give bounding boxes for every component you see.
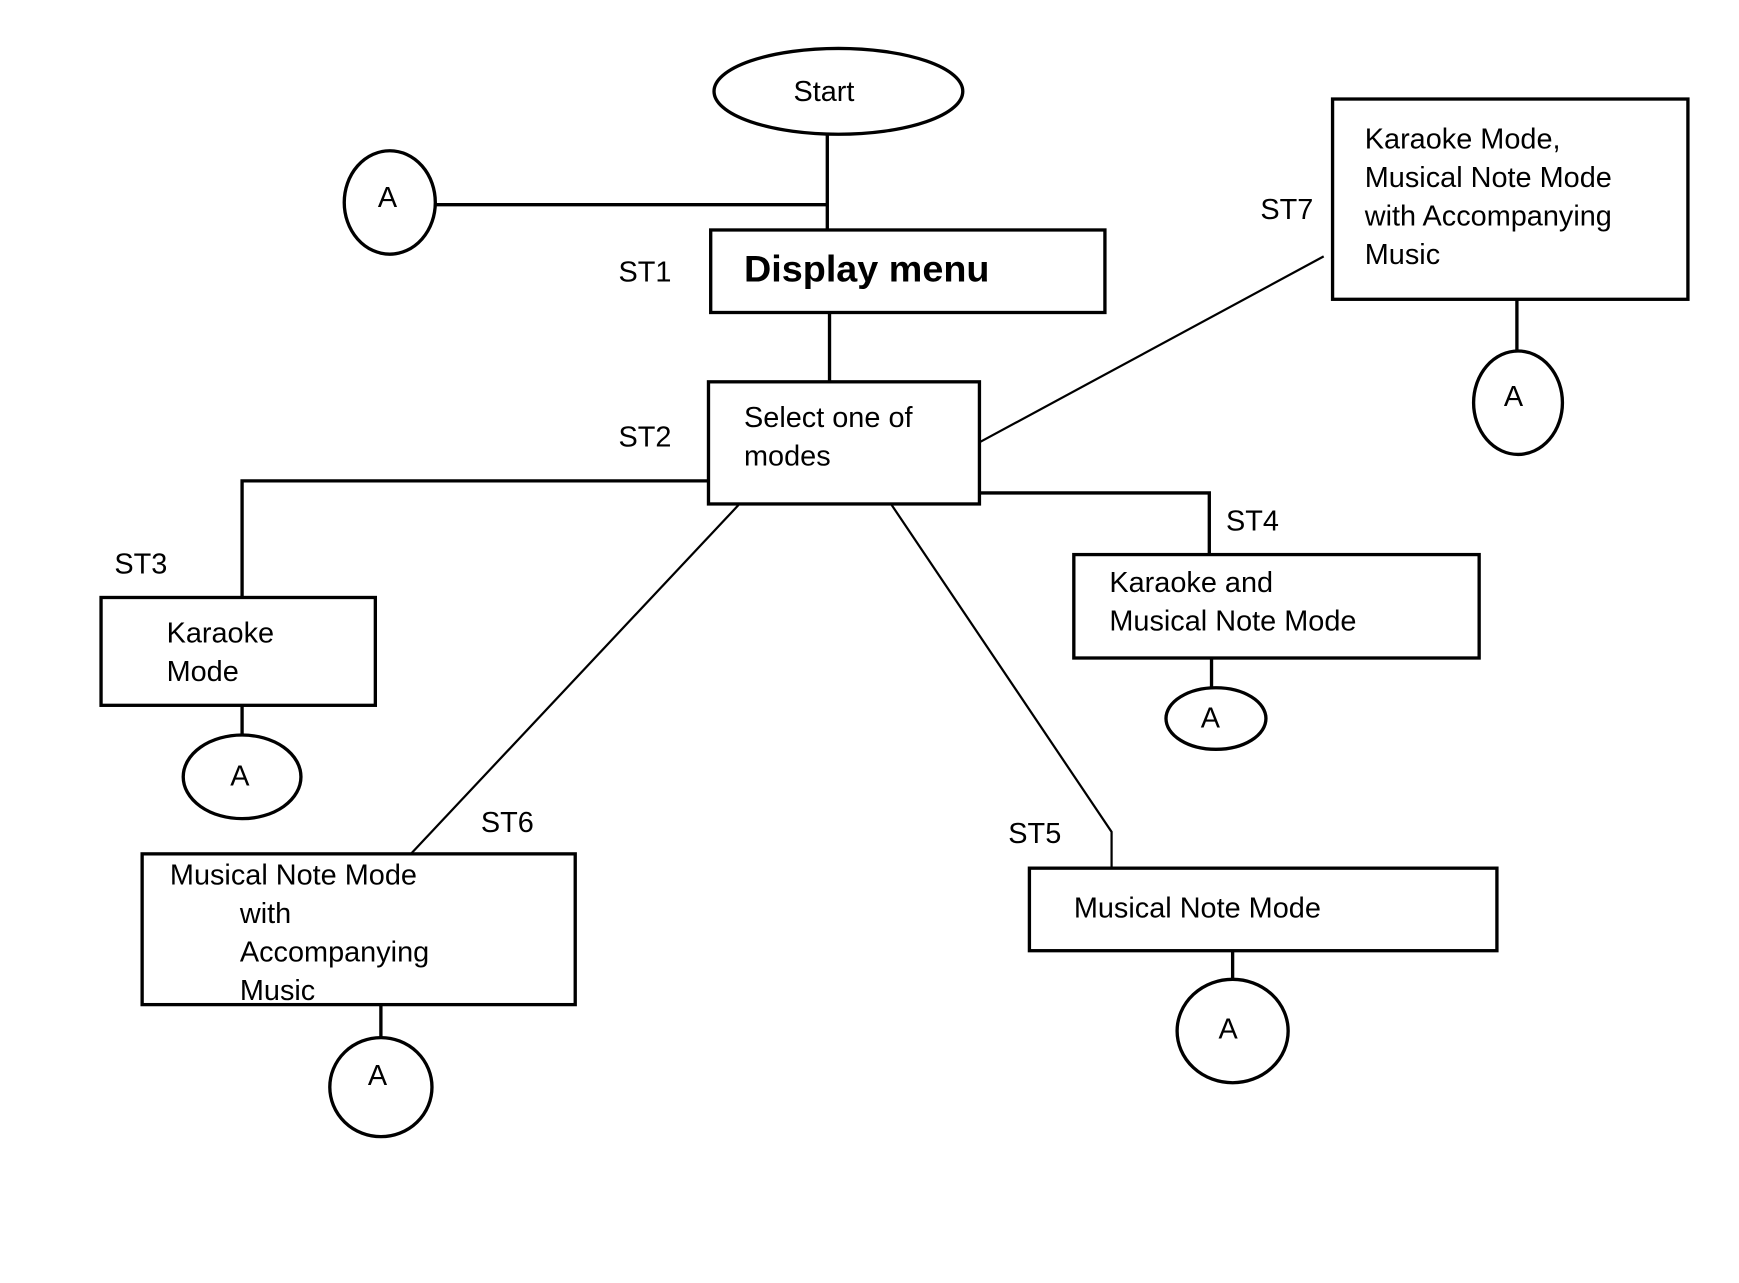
step-box-st4: Karaoke and Musical Note Mode — [1072, 552, 1481, 660]
step-text: Musical Note Mode — [1074, 893, 1321, 925]
step-text: Karaoke and — [1109, 567, 1273, 599]
edge-st2-st4 — [979, 491, 1211, 554]
step-label-st2: ST2 — [619, 422, 672, 454]
connector-a-st4: A — [1164, 686, 1268, 751]
step-text: with Accompanying — [1364, 201, 1612, 233]
step-label-st3: ST3 — [114, 548, 167, 580]
connector-label: A — [1219, 1014, 1239, 1046]
step-text: Music — [1365, 239, 1440, 271]
step-text: Accompanying — [240, 937, 429, 969]
flowchart: Start A ST1 Display menu ST2 Select one … — [99, 46, 1690, 1139]
step-box-st1: Display menu — [709, 228, 1107, 315]
step-label-st5: ST5 — [1008, 818, 1061, 850]
step-label-st1: ST1 — [619, 257, 672, 289]
connector-a-st7: A — [1471, 349, 1565, 457]
step-text: Display menu — [744, 248, 989, 290]
connector-a-st3: A — [181, 733, 303, 821]
step-label-st4: ST4 — [1226, 505, 1279, 537]
edge-st2-st6 — [410, 504, 740, 855]
step-label-st6: ST6 — [481, 807, 534, 839]
edge-st2-st3 — [240, 479, 709, 598]
start-label: Start — [793, 76, 854, 108]
start-terminal: Start — [712, 46, 965, 136]
step-text: Musical Note Mode — [170, 860, 417, 892]
step-text: Music — [240, 975, 315, 1007]
step-text: with — [239, 898, 291, 930]
connector-label: A — [1504, 381, 1524, 413]
connector-a-st5: A — [1175, 977, 1290, 1085]
step-label-st7: ST7 — [1260, 194, 1313, 226]
step-text: Musical Note Mode — [1365, 162, 1612, 194]
step-text: Mode — [167, 656, 239, 688]
step-box-st6: Musical Note Mode with Accompanying Musi… — [140, 852, 577, 1007]
step-text: modes — [744, 441, 831, 473]
step-box-st2: Select one of modes — [706, 380, 982, 506]
step-box-st3: Karaoke Mode — [99, 595, 378, 707]
step-text: Karaoke Mode, — [1365, 124, 1561, 156]
step-text: Select one of — [744, 402, 914, 434]
step-text: Karaoke — [167, 618, 275, 650]
step-text: Musical Note Mode — [1109, 606, 1356, 638]
connector-label: A — [230, 761, 250, 793]
connector-label: A — [1201, 702, 1221, 734]
connector-label: A — [378, 182, 398, 214]
connector-a-st6: A — [328, 1035, 434, 1139]
connector-a-top: A — [342, 149, 437, 256]
step-box-st5: Musical Note Mode — [1027, 866, 1499, 953]
step-box-st7: Karaoke Mode, Musical Note Mode with Acc… — [1330, 97, 1690, 301]
connector-label: A — [368, 1060, 388, 1092]
